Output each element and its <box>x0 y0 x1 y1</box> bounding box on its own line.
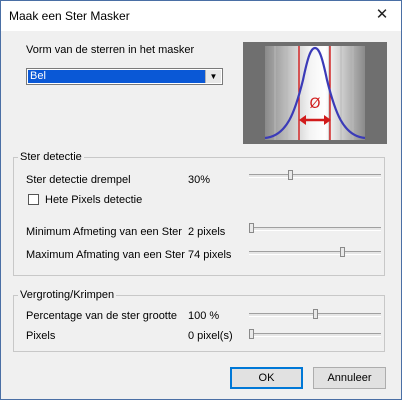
min-size-value: 2 pixels <box>188 226 226 238</box>
max-size-slider-thumb[interactable] <box>340 247 345 257</box>
shape-dropdown-value: Bel <box>28 70 207 83</box>
dialog-window: Maak een Ster Masker ✕ Vorm van de sterr… <box>0 0 402 400</box>
max-size-slider-track[interactable] <box>249 251 381 255</box>
threshold-slider-track[interactable] <box>249 174 381 178</box>
title-bar: Maak een Ster Masker ✕ <box>1 1 401 31</box>
pixels-slider-track[interactable] <box>249 333 381 337</box>
threshold-label: Ster detectie drempel <box>26 174 131 186</box>
min-size-slider-track[interactable] <box>249 227 381 231</box>
hot-pixels-checkbox[interactable] <box>28 194 39 205</box>
pixels-slider-thumb[interactable] <box>249 329 254 339</box>
scaling-group-label: Vergroting/Krimpen <box>18 289 117 301</box>
hot-pixels-label: Hete Pixels detectie <box>45 194 143 206</box>
shape-preview-image: Ø <box>243 42 387 144</box>
window-title: Maak een Ster Masker <box>9 9 130 23</box>
close-icon[interactable]: ✕ <box>369 4 395 26</box>
star-detection-group-label: Ster detectie <box>18 151 84 163</box>
chevron-down-icon[interactable]: ▼ <box>205 70 221 83</box>
percentage-slider-thumb[interactable] <box>313 309 318 319</box>
scaling-group <box>13 295 385 352</box>
cancel-button[interactable]: Annuleer <box>313 367 386 389</box>
preview-cylinder <box>265 46 365 140</box>
percentage-label: Percentage van de ster grootte <box>26 310 178 322</box>
pixels-label: Pixels <box>26 330 56 342</box>
max-size-value: 74 pixels <box>188 249 232 261</box>
threshold-value: 30% <box>188 174 211 186</box>
shape-dropdown[interactable]: Bel ▼ <box>26 68 223 85</box>
ok-button[interactable]: OK <box>230 367 303 389</box>
percentage-value: 100 % <box>188 310 220 322</box>
min-size-slider-thumb[interactable] <box>249 223 254 233</box>
threshold-slider-thumb[interactable] <box>288 170 293 180</box>
pixels-value: 0 pixel(s) <box>188 330 233 342</box>
max-size-label: Maximum Afmating van een Ster <box>26 249 185 261</box>
diameter-symbol: Ø <box>309 96 320 112</box>
shape-label: Vorm van de sterren in het masker <box>26 44 195 56</box>
min-size-label: Minimum Afmeting van een Ster <box>26 226 182 238</box>
